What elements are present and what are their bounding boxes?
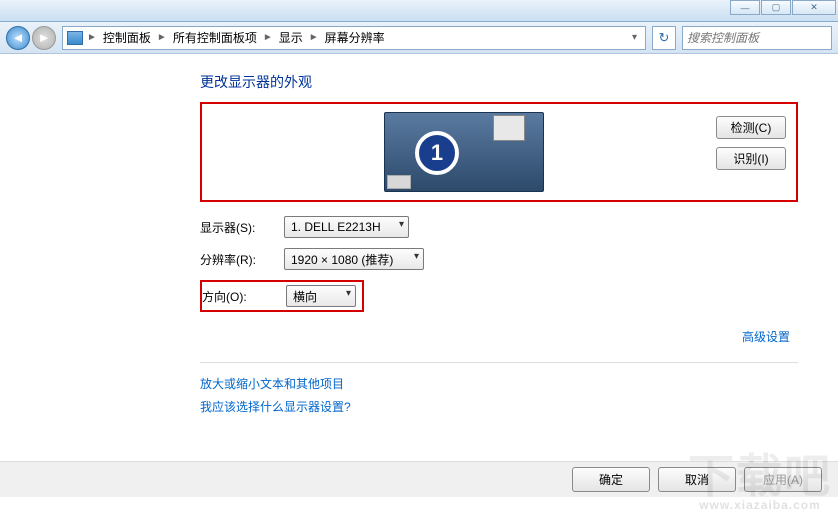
- close-button[interactable]: ✕: [792, 0, 836, 15]
- page-title: 更改显示器的外观: [200, 72, 798, 92]
- breadcrumb[interactable]: ► 控制面板 ► 所有控制面板项 ► 显示 ► 屏幕分辨率 ▾: [62, 26, 646, 50]
- display-combo[interactable]: 1. DELL E2213H: [284, 216, 409, 238]
- orientation-label: 方向(O):: [202, 288, 268, 305]
- monitor-number-badge: 1: [415, 131, 459, 175]
- primary-monitor[interactable]: 1: [384, 112, 544, 192]
- breadcrumb-sep: ►: [307, 32, 321, 43]
- nav-back-button[interactable]: ◄: [6, 26, 30, 50]
- orientation-combo[interactable]: 横向: [286, 285, 356, 307]
- breadcrumb-sep: ►: [155, 32, 169, 43]
- content-area: 更改显示器的外观 1 检测(C) 识别(I) 显示器(S): 1. DELL E…: [0, 54, 838, 451]
- watermark-url: www.xiazaiba.com: [688, 499, 832, 511]
- breadcrumb-item[interactable]: 显示: [277, 29, 305, 46]
- breadcrumb-sep: ►: [261, 32, 275, 43]
- ok-button[interactable]: 确定: [572, 467, 650, 492]
- maximize-button[interactable]: ▢: [761, 0, 791, 15]
- orientation-highlight: 方向(O): 横向: [200, 280, 364, 312]
- breadcrumb-item[interactable]: 屏幕分辨率: [323, 29, 387, 46]
- search-input[interactable]: [687, 31, 827, 45]
- nav-forward-button[interactable]: ►: [32, 26, 56, 50]
- orientation-row: 方向(O): 横向: [200, 280, 798, 312]
- breadcrumb-sep: ►: [85, 32, 99, 43]
- resolution-label: 分辨率(R):: [200, 251, 266, 268]
- window-titlebar: — ▢ ✕: [0, 0, 838, 22]
- display-row: 显示器(S): 1. DELL E2213H: [200, 216, 798, 238]
- monitor-window-icon: [493, 115, 525, 141]
- watermark-text: 下载吧: [688, 450, 832, 502]
- text-size-link[interactable]: 放大或缩小文本和其他项目: [200, 375, 798, 392]
- monitor-taskbar-icon: [387, 175, 411, 189]
- detect-button[interactable]: 检测(C): [716, 116, 786, 139]
- window-controls: — ▢ ✕: [730, 0, 836, 15]
- breadcrumb-item[interactable]: 所有控制面板项: [171, 29, 259, 46]
- refresh-button[interactable]: ↻: [652, 26, 676, 50]
- search-box[interactable]: [682, 26, 832, 50]
- which-setting-link[interactable]: 我应该选择什么显示器设置?: [200, 398, 798, 415]
- control-panel-icon: [67, 31, 83, 45]
- breadcrumb-item[interactable]: 控制面板: [101, 29, 153, 46]
- monitor-preview[interactable]: 1: [212, 112, 716, 192]
- resolution-combo[interactable]: 1920 × 1080 (推荐): [284, 248, 424, 270]
- display-preview-pane: 1 检测(C) 识别(I): [200, 102, 798, 202]
- display-label: 显示器(S):: [200, 219, 266, 236]
- identify-button[interactable]: 识别(I): [716, 147, 786, 170]
- watermark: 下载吧 www.xiazaiba.com: [688, 453, 832, 511]
- advanced-settings-link[interactable]: 高级设置: [742, 330, 790, 344]
- minimize-button[interactable]: —: [730, 0, 760, 15]
- address-bar: ◄ ► ► 控制面板 ► 所有控制面板项 ► 显示 ► 屏幕分辨率 ▾ ↻: [0, 22, 838, 54]
- help-links: 放大或缩小文本和其他项目 我应该选择什么显示器设置?: [200, 362, 798, 415]
- advanced-settings-row: 高级设置: [200, 328, 790, 346]
- resolution-row: 分辨率(R): 1920 × 1080 (推荐): [200, 248, 798, 270]
- breadcrumb-dropdown-icon[interactable]: ▾: [628, 32, 641, 43]
